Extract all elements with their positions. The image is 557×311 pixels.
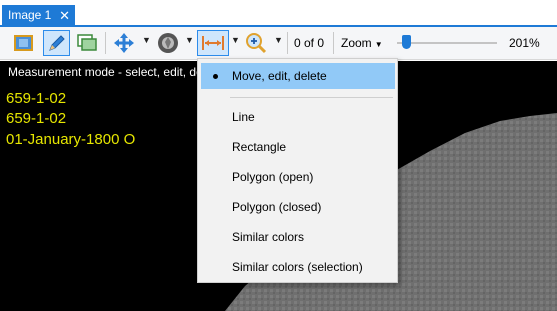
zoom-in-button[interactable]	[243, 30, 269, 56]
zoom-slider-thumb[interactable]	[402, 35, 411, 49]
overlay-line: 659-1-02	[6, 90, 67, 107]
menu-item-move-edit-delete[interactable]: Move, edit, delete	[201, 63, 395, 89]
status-text: Measurement mode - select, edit, de	[8, 65, 203, 79]
overlay-line: 01-January-1800 O	[6, 131, 136, 148]
windows-icon	[77, 34, 97, 51]
toolbar-separator	[333, 32, 334, 54]
toolbar: ▼ ▼ ▼ ▼ 0 of 0 Zoom ▼ 201%	[0, 27, 557, 60]
measure-button[interactable]	[197, 30, 229, 56]
toolbar-separator	[287, 32, 288, 54]
shutter-icon	[158, 33, 178, 53]
edit-button[interactable]	[43, 30, 70, 56]
chevron-down-icon: ▼	[374, 40, 383, 49]
image-counter: 0 of 0	[294, 36, 325, 50]
menu-item-rectangle[interactable]: Rectangle	[198, 134, 397, 160]
move-button[interactable]	[111, 30, 137, 56]
selected-bullet-icon	[213, 74, 218, 79]
menu-item-similar-colors-selection[interactable]: Similar colors (selection)	[198, 254, 397, 280]
shutter-button[interactable]	[155, 30, 181, 56]
windows-button[interactable]	[74, 30, 100, 56]
measure-icon	[202, 36, 224, 50]
crop-button[interactable]	[10, 30, 38, 56]
chevron-down-icon[interactable]: ▼	[231, 35, 240, 45]
zoom-value: 201%	[509, 36, 540, 50]
zoom-dropdown[interactable]: Zoom ▼	[341, 36, 383, 50]
tab-title: Image 1	[8, 8, 52, 22]
close-icon[interactable]: ✕	[59, 5, 70, 26]
move-arrows-icon	[114, 33, 134, 53]
toolbar-separator	[105, 32, 106, 54]
tab-image-1[interactable]: Image 1 ✕	[2, 5, 75, 26]
pencil-icon	[49, 35, 65, 51]
menu-item-line[interactable]: Line	[198, 104, 397, 130]
chevron-down-icon[interactable]: ▼	[274, 35, 283, 45]
measurement-mode-menu: Move, edit, delete Line Rectangle Polygo…	[197, 58, 398, 283]
crop-icon	[14, 35, 33, 51]
menu-item-polygon-closed[interactable]: Polygon (closed)	[198, 194, 397, 220]
zoom-slider-track[interactable]	[397, 42, 497, 44]
menu-item-similar-colors[interactable]: Similar colors	[198, 224, 397, 250]
menu-separator	[230, 97, 393, 98]
chevron-down-icon[interactable]: ▼	[185, 35, 194, 45]
chevron-down-icon[interactable]: ▼	[142, 35, 151, 45]
zoom-label: Zoom	[341, 36, 372, 50]
menu-item-polygon-open[interactable]: Polygon (open)	[198, 164, 397, 190]
zoom-in-icon	[246, 33, 267, 54]
overlay-line: 659-1-02	[6, 110, 67, 127]
menu-item-label: Move, edit, delete	[232, 69, 327, 83]
tab-strip: Image 1 ✕	[0, 0, 557, 27]
